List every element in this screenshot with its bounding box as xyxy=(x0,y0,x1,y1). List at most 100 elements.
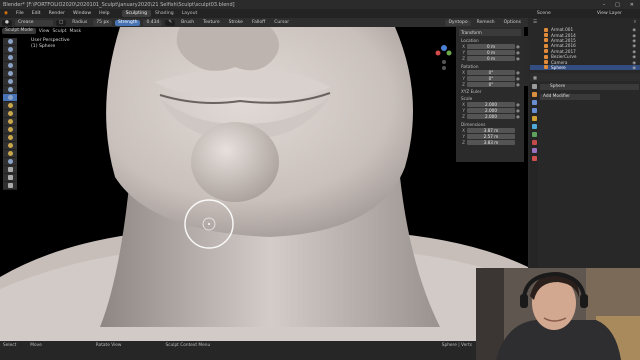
properties-tab-icon[interactable] xyxy=(531,116,537,121)
properties-tab-icon[interactable] xyxy=(531,108,537,113)
dyntopo-toggle[interactable]: Dyntopo xyxy=(445,19,471,26)
properties-tab-icon[interactable] xyxy=(531,100,537,105)
view-menu[interactable]: View xyxy=(39,29,50,34)
view-layer-selector[interactable]: View Layer xyxy=(597,11,622,16)
properties-tab-icon[interactable] xyxy=(531,148,537,153)
properties-editor-icon[interactable]: ▦ xyxy=(533,75,537,80)
falloff-menu[interactable]: Falloff xyxy=(249,20,268,26)
brush-menu[interactable]: Brush xyxy=(178,20,197,26)
visibility-eye-icon[interactable]: ◉ xyxy=(632,65,640,70)
tool-pinch[interactable] xyxy=(3,134,17,142)
properties-tab-icon[interactable] xyxy=(531,156,537,161)
menu-file[interactable]: File xyxy=(12,11,28,16)
tool-mask[interactable] xyxy=(3,158,17,166)
location-z-field[interactable]: 0 m xyxy=(467,56,515,62)
lock-icon[interactable]: ● xyxy=(515,70,521,75)
lock-icon[interactable]: ● xyxy=(515,82,521,87)
menu-window[interactable]: Window xyxy=(69,11,95,16)
minimize-button[interactable]: – xyxy=(603,2,606,8)
lock-icon[interactable]: ● xyxy=(515,102,521,107)
brush-preset-icon[interactable]: □ xyxy=(55,19,67,26)
properties-tab-icon[interactable] xyxy=(531,92,537,97)
rotation-z-field[interactable]: 0° xyxy=(467,81,515,87)
scale-y-field[interactable]: 2.000 xyxy=(467,108,515,114)
lock-icon[interactable]: ● xyxy=(515,56,521,61)
lock-icon[interactable]: ● xyxy=(515,114,521,119)
tool-box-mask[interactable] xyxy=(3,166,17,174)
tool-inflate[interactable] xyxy=(3,78,17,86)
tool-smooth[interactable] xyxy=(3,102,17,110)
brush-name-field[interactable]: Crease xyxy=(14,19,53,26)
scale-x-field[interactable]: 2.000 xyxy=(467,102,515,108)
lock-icon[interactable]: ● xyxy=(515,108,521,113)
tab-sculpting[interactable]: Sculpting xyxy=(121,10,152,17)
scene-selector[interactable]: Scene xyxy=(537,11,551,16)
close-button[interactable]: ✕ xyxy=(630,2,634,8)
sculpt-menu[interactable]: Sculpt xyxy=(52,29,66,34)
properties-tab-icon[interactable] xyxy=(531,140,537,145)
tool-move[interactable] xyxy=(3,174,17,182)
strength-field[interactable]: Strength xyxy=(114,19,141,26)
transform-header[interactable]: Transform xyxy=(459,29,521,36)
lock-icon[interactable]: ● xyxy=(515,76,521,81)
tab-layout[interactable]: Layout xyxy=(178,10,202,17)
visibility-eye-icon[interactable]: ◉ xyxy=(632,33,640,38)
tool-layer[interactable] xyxy=(3,70,17,78)
scale-z-field[interactable]: 2.000 xyxy=(467,114,515,120)
tool-scrape[interactable] xyxy=(3,126,17,134)
lock-icon[interactable]: ● xyxy=(515,44,521,49)
rotation-x-field[interactable]: 0° xyxy=(467,69,515,75)
options-menu[interactable]: Options xyxy=(501,20,524,26)
tool-draw-sharp[interactable] xyxy=(3,46,17,54)
tool-annotate[interactable] xyxy=(3,182,17,190)
menu-edit[interactable]: Edit xyxy=(28,11,45,16)
tool-crease[interactable] xyxy=(3,94,17,102)
visibility-eye-icon[interactable]: ◉ xyxy=(632,54,640,59)
visibility-eye-icon[interactable]: ◉ xyxy=(632,27,640,32)
mode-selector[interactable]: Sculpt Mode xyxy=(2,28,36,34)
outliner-editor-icon[interactable]: ☰ xyxy=(533,20,537,25)
pressure-icon[interactable]: ✎ xyxy=(165,19,176,26)
properties-tab-icon[interactable] xyxy=(531,132,537,137)
navigation-gizmo[interactable] xyxy=(432,40,456,72)
3d-viewport[interactable] xyxy=(0,27,528,341)
dimensions-x-field[interactable]: 3.87 m xyxy=(467,127,515,133)
outliner-row[interactable]: Sphere ◉ xyxy=(530,64,640,71)
filter-icon[interactable]: ▿ xyxy=(634,20,640,25)
tool-flatten[interactable] xyxy=(3,110,17,118)
dimensions-y-field[interactable]: 2.57 m xyxy=(467,133,515,139)
rotation-y-field[interactable]: 0° xyxy=(467,75,515,81)
blender-logo-icon[interactable]: ◉ xyxy=(0,11,12,16)
mask-menu[interactable]: Mask xyxy=(70,29,82,34)
visibility-eye-icon[interactable]: ◉ xyxy=(632,60,640,65)
tool-snake-hook[interactable] xyxy=(3,150,17,158)
strength-value[interactable]: 0.434 xyxy=(143,19,163,26)
brush-icon[interactable]: ● xyxy=(2,19,12,26)
tab-shading[interactable]: Shading xyxy=(151,10,178,17)
object-name-field[interactable]: Sphere xyxy=(540,84,639,90)
stroke-menu[interactable]: Stroke xyxy=(226,20,246,26)
radius-field[interactable]: 75 px xyxy=(93,19,112,26)
tool-fill[interactable] xyxy=(3,118,17,126)
visibility-eye-icon[interactable]: ◉ xyxy=(632,43,640,48)
properties-tab-icon[interactable] xyxy=(531,124,537,129)
sidebar-tabs[interactable] xyxy=(524,36,529,86)
location-y-field[interactable]: 0 m xyxy=(467,50,515,56)
menu-render[interactable]: Render xyxy=(45,11,69,16)
add-modifier-button[interactable]: Add Modifier xyxy=(540,94,600,100)
properties-tab-icon[interactable] xyxy=(531,84,537,89)
dimensions-z-field[interactable]: 3.83 m xyxy=(467,139,515,145)
location-x-field[interactable]: 0 m xyxy=(467,44,515,50)
rotation-mode-select[interactable]: XYZ Euler xyxy=(461,89,521,94)
tool-draw[interactable] xyxy=(3,38,17,46)
tool-blob[interactable] xyxy=(3,86,17,94)
tool-clay[interactable] xyxy=(3,54,17,62)
remesh-menu[interactable]: Remesh xyxy=(474,20,498,26)
lock-icon[interactable]: ● xyxy=(515,50,521,55)
tool-clay-strips[interactable] xyxy=(3,62,17,70)
visibility-eye-icon[interactable]: ◉ xyxy=(632,38,640,43)
visibility-eye-icon[interactable]: ◉ xyxy=(632,49,640,54)
tool-grab[interactable] xyxy=(3,142,17,150)
texture-menu[interactable]: Texture xyxy=(200,20,222,26)
cursor-menu[interactable]: Cursor xyxy=(271,20,292,26)
